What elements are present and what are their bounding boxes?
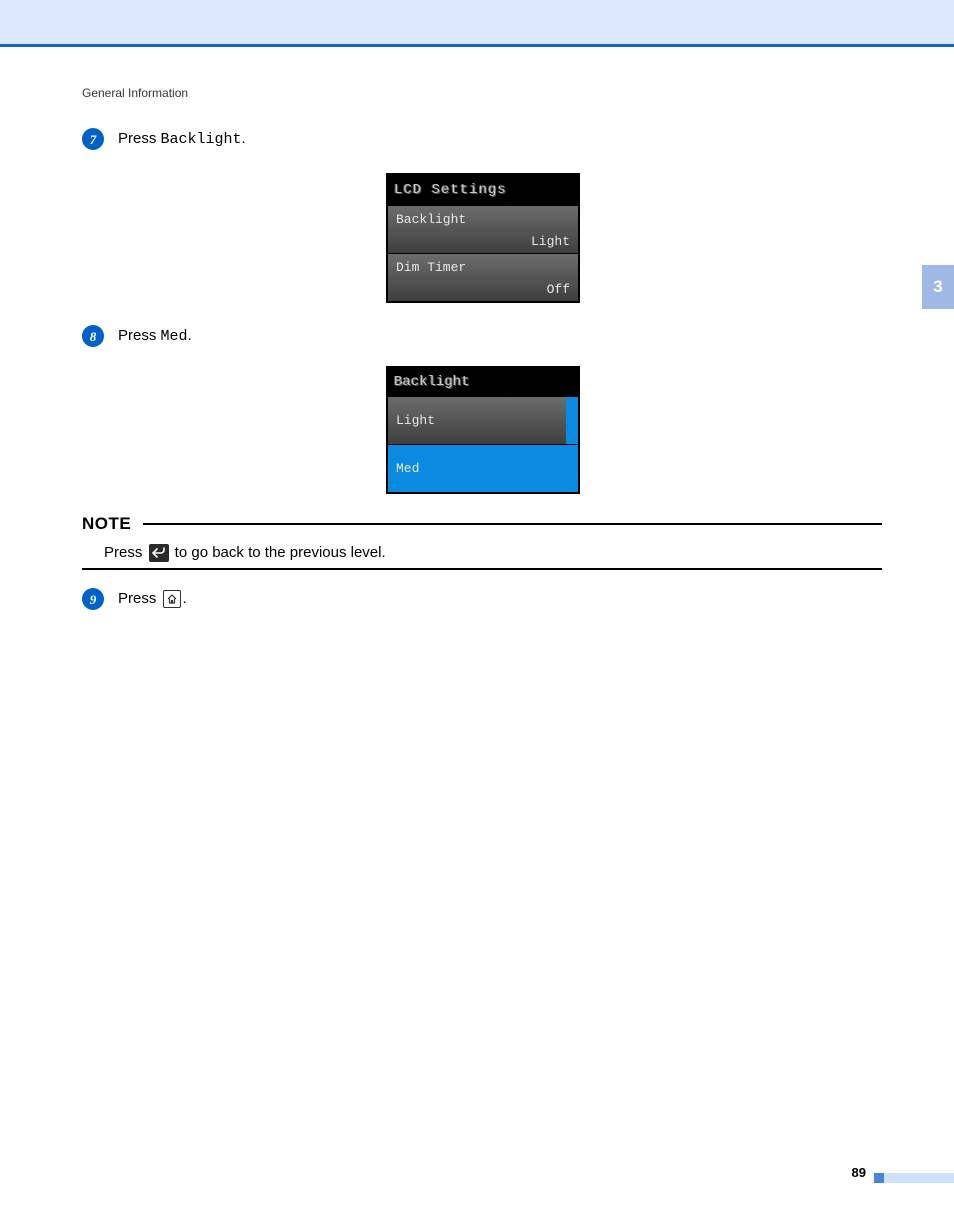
note-body: Press to go back to the previous level. <box>104 544 882 562</box>
text: Press <box>118 327 161 344</box>
text: Press <box>104 544 147 561</box>
lcd-row-dim-timer[interactable]: Dim Timer Off <box>388 253 578 301</box>
note-heading: NOTE <box>82 514 131 534</box>
code-text: Med <box>161 328 188 345</box>
footer-accent <box>884 1173 954 1183</box>
step-badge: 8 <box>82 325 104 347</box>
lcd-title: LCD Settings <box>388 175 578 205</box>
text: . <box>242 130 246 147</box>
lcd-settings-screen: LCD Settings Backlight Light Dim Timer O… <box>386 173 580 303</box>
top-rule <box>0 44 954 47</box>
main-content: 7 Press Backlight. LCD Settings Backligh… <box>82 128 882 624</box>
step-9: 9 Press . <box>82 588 882 610</box>
code-text: Backlight <box>161 131 242 148</box>
lcd-row-label: Dim Timer <box>396 260 570 275</box>
step-text: Press Backlight. <box>118 128 882 151</box>
chapter-tab: 3 <box>922 265 954 309</box>
page-number: 89 <box>852 1165 866 1180</box>
text: Press <box>118 130 161 147</box>
note-rule <box>143 523 882 525</box>
lcd-option-label: Med <box>396 461 419 476</box>
note-rule <box>82 568 882 570</box>
home-icon <box>163 590 181 608</box>
text: . <box>183 590 187 607</box>
step-text: Press Med. <box>118 325 882 348</box>
text: Press <box>118 590 161 607</box>
note-block: NOTE Press to go back to the previous le… <box>82 514 882 570</box>
step-7: 7 Press Backlight. <box>82 128 882 151</box>
lcd-option-label: Light <box>396 413 435 428</box>
text: to go back to the previous level. <box>171 544 386 561</box>
lcd-backlight-screen: Backlight Light Med <box>386 366 580 494</box>
lcd-scrollbar[interactable] <box>566 396 578 492</box>
lcd-option-light[interactable]: Light <box>388 396 566 444</box>
lcd-row-backlight[interactable]: Backlight Light <box>388 205 578 253</box>
running-header: General Information <box>82 86 188 100</box>
lcd-row-label: Backlight <box>396 212 570 227</box>
step-badge: 7 <box>82 128 104 150</box>
lcd-title: Backlight <box>388 368 578 396</box>
lcd-option-med[interactable]: Med <box>388 444 566 492</box>
step-badge: 9 <box>82 588 104 610</box>
back-icon <box>149 544 169 562</box>
top-band <box>0 0 954 44</box>
step-text: Press . <box>118 588 882 610</box>
lcd-row-value: Off <box>547 282 570 297</box>
lcd-row-value: Light <box>531 234 570 249</box>
text: . <box>188 327 192 344</box>
step-8: 8 Press Med. <box>82 325 882 348</box>
